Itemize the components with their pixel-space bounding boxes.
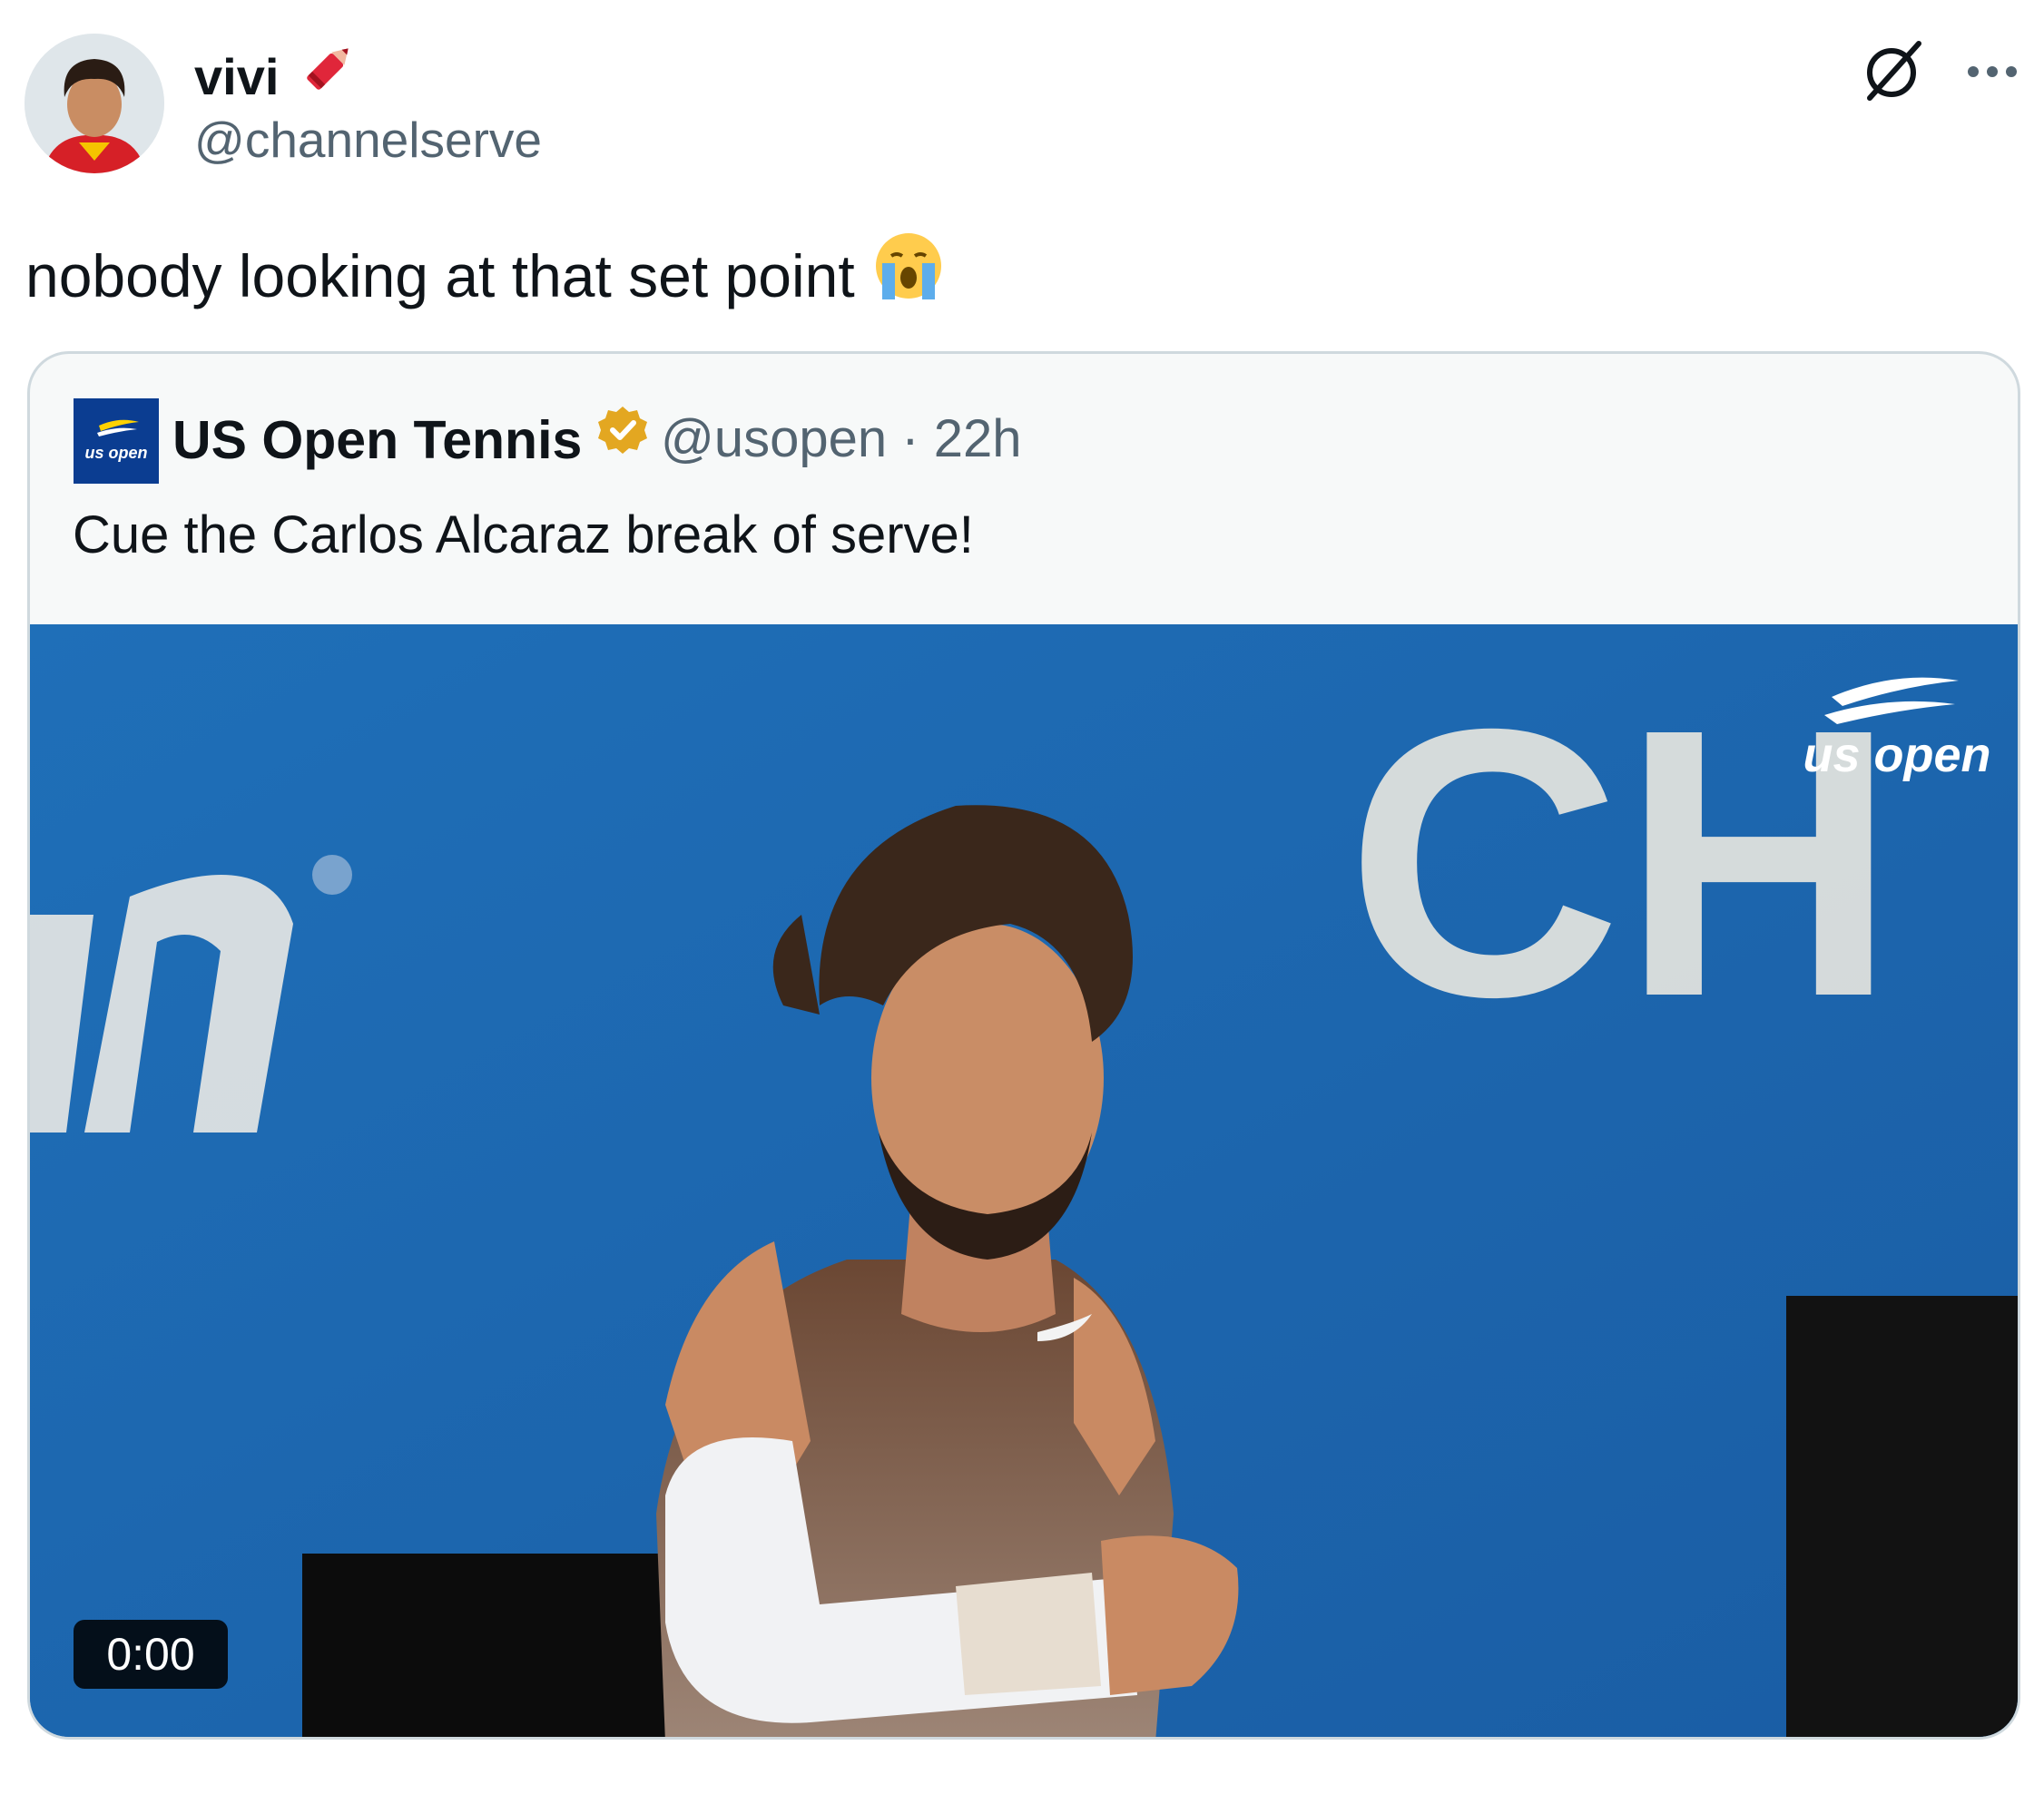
crayon-icon [293, 34, 362, 119]
verified-badge-icon [595, 403, 651, 477]
grok-icon[interactable] [1859, 36, 1928, 105]
crying-face-icon [871, 229, 946, 322]
usopen-watermark: us open [1795, 661, 1995, 788]
author-name[interactable]: vivi [194, 44, 279, 110]
quote-meta: @usopen · 22h [661, 403, 1022, 476]
video-player[interactable]: CH us open 0:00 [30, 624, 2018, 1737]
avatar[interactable] [25, 34, 164, 173]
usopen-logo-text: us open [84, 444, 147, 462]
quote-author-handle[interactable]: @usopen [661, 409, 887, 468]
avatar-image [25, 34, 164, 173]
svg-text:us open: us open [1803, 728, 1990, 782]
meta-separator: · [901, 409, 919, 468]
more-icon[interactable] [1960, 40, 2024, 103]
tweet-text: nobody looking at that set point [25, 241, 855, 309]
author-name-row[interactable]: vivi [194, 34, 362, 119]
quote-text: Cue the Carlos Alcaraz break of serve! [73, 505, 974, 564]
video-timestamp: 0:00 [74, 1620, 228, 1689]
quote-author-row[interactable]: US Open Tennis [172, 403, 651, 477]
video-frame: CH [30, 624, 2018, 1737]
quote-time[interactable]: 22h [934, 409, 1022, 468]
tweet-text-row: nobody looking at that set point [25, 229, 946, 322]
author-handle[interactable]: @channelserve [194, 109, 542, 171]
quote-author-name[interactable]: US Open Tennis [172, 404, 582, 476]
quote-tweet-card[interactable]: us open US Open Tennis @usopen · 22h Cue… [27, 351, 2020, 1740]
usopen-avatar[interactable]: us open [74, 398, 159, 484]
